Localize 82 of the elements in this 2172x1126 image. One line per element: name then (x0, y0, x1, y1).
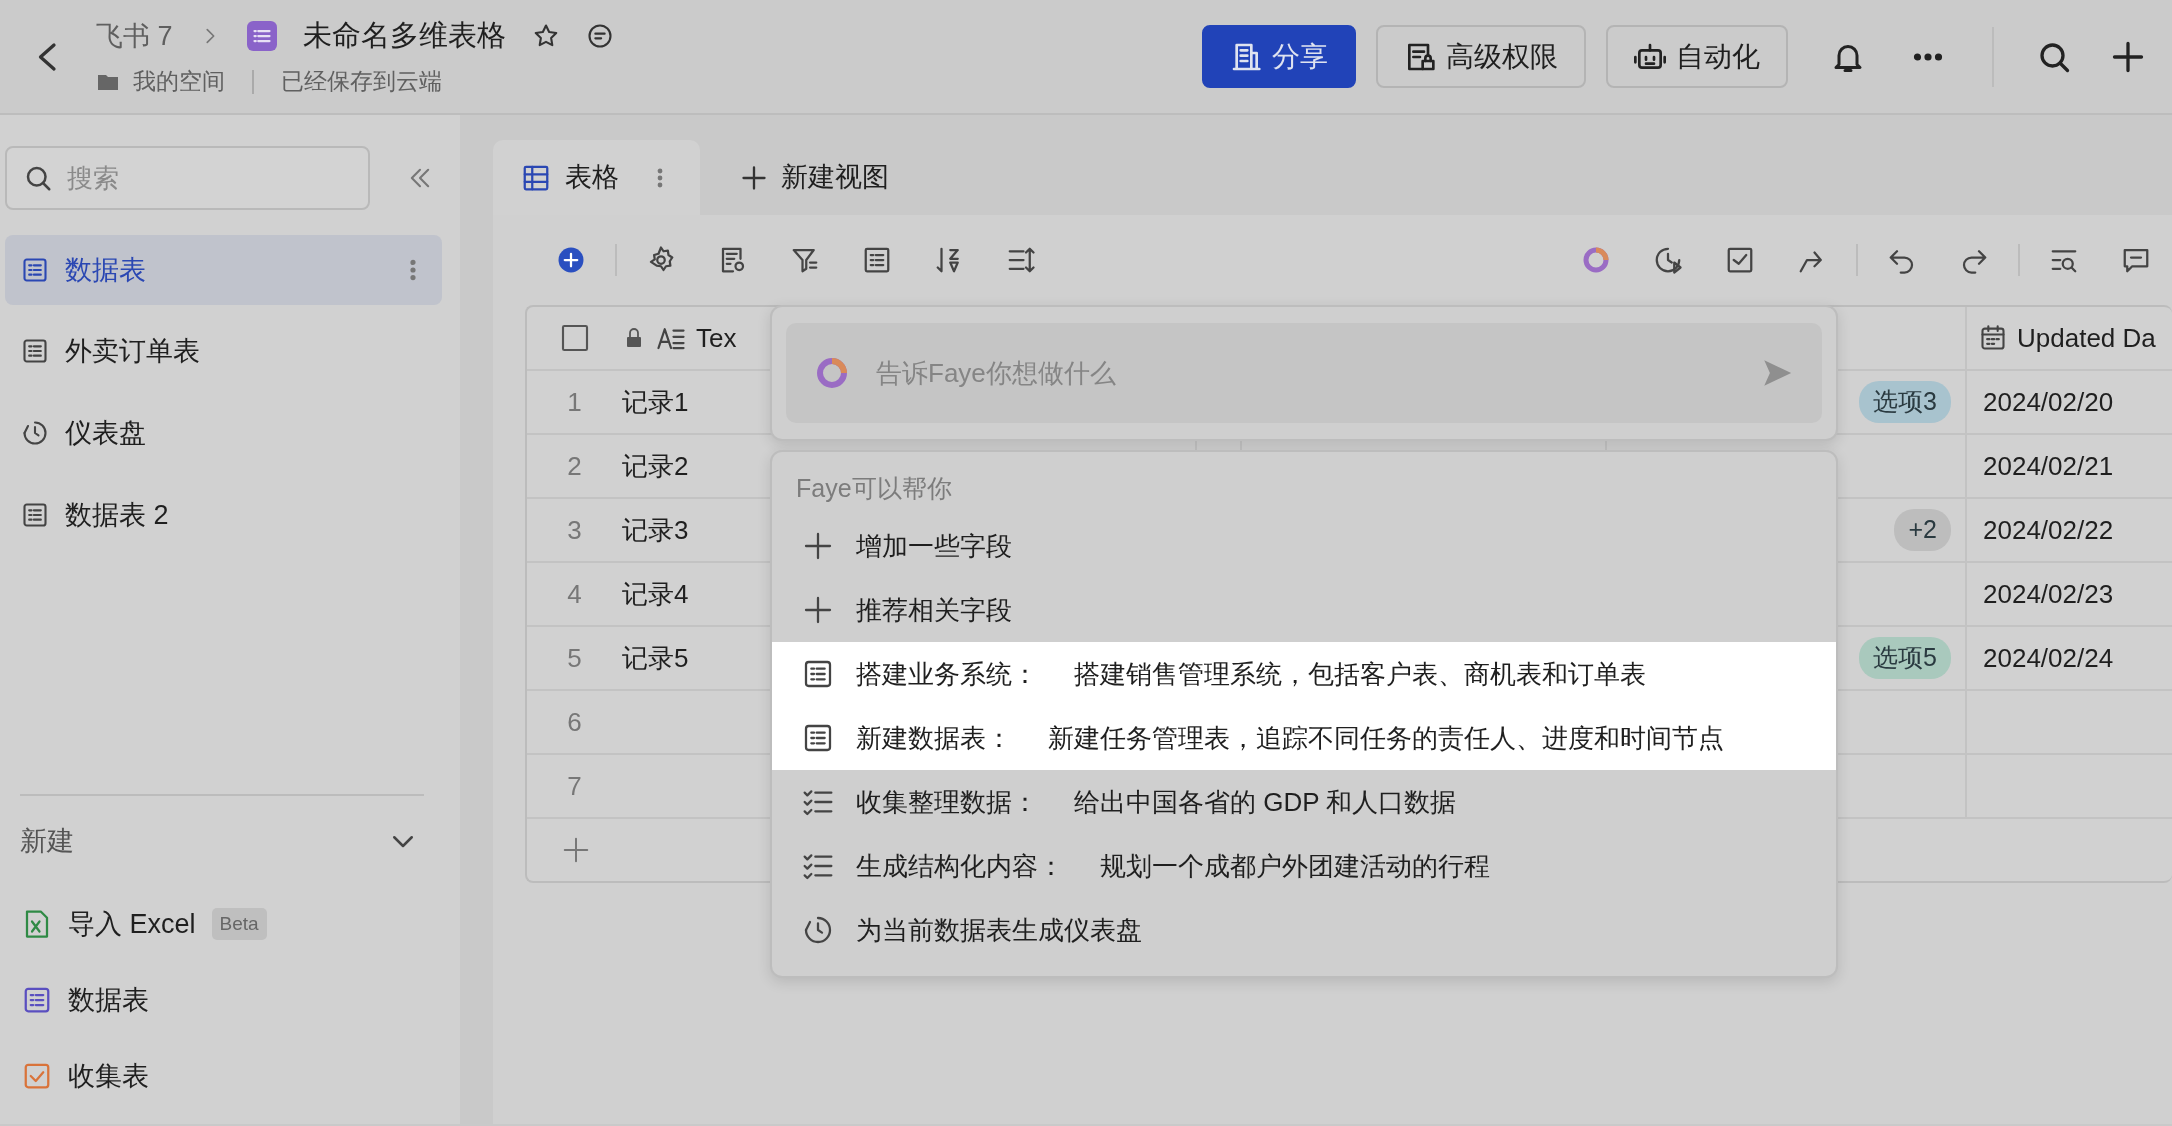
table-icon (802, 658, 834, 690)
automation-button[interactable]: 自动化 (1606, 25, 1788, 88)
table-icon (802, 722, 834, 754)
section-title: 新建 (20, 824, 74, 858)
location-link[interactable]: 我的空间 (133, 64, 225, 99)
suggestion-label: 新建数据表： (856, 721, 1012, 755)
calendar-icon (1979, 324, 2007, 352)
table-cell-text: 2024/02/22 (1983, 513, 2114, 547)
share-button[interactable]: 分享 (1202, 25, 1356, 88)
row-height-icon[interactable] (1006, 245, 1036, 275)
sidebar-item[interactable]: 数据表 (5, 235, 442, 305)
row-number: 2 (527, 435, 622, 499)
sidebar-item[interactable]: 外卖订单表 (5, 313, 442, 389)
new-item[interactable]: 数据表 (0, 962, 460, 1038)
new-view-button[interactable]: 新建视图 (740, 140, 889, 215)
tag: 选项3 (1859, 381, 1951, 423)
dashboard-icon (802, 914, 834, 946)
suggestion-label: 为当前数据表生成仪表盘 (856, 913, 1142, 947)
column-header[interactable]: Tex (696, 318, 737, 358)
suggestion-label: 推荐相关字段 (856, 593, 1012, 627)
suggestion-detail: 规划一个成都户外团建活动的行程 (1100, 849, 1490, 883)
beta-badge: Beta (211, 907, 267, 941)
table-cell-text: 记录5 (622, 641, 689, 675)
row-number: 4 (527, 563, 622, 627)
suggestion-detail: 新建任务管理表，追踪不同任务的责任人、进度和时间节点 (1048, 721, 1724, 755)
add-row-icon[interactable] (561, 835, 591, 865)
dashboard-icon (21, 419, 49, 447)
suggestion-detail: 给出中国各省的 GDP 和人口数据 (1074, 785, 1457, 819)
table-cell-text: 记录3 (622, 513, 689, 547)
table-cell-text: 2024/02/21 (1983, 449, 2114, 483)
tag: 选项5 (1859, 637, 1951, 679)
history-icon[interactable] (1653, 245, 1683, 275)
menu-title: Faye可以帮你 (796, 473, 952, 505)
table-icon (21, 337, 49, 365)
suggestion-item[interactable]: 新建数据表： 新建任务管理表，追踪不同任务的责任人、进度和时间节点 (772, 706, 1836, 770)
suggestion-item[interactable]: 收集整理数据： 给出中国各省的 GDP 和人口数据 (772, 770, 1836, 834)
list-icon[interactable] (862, 245, 892, 275)
tag: +2 (1894, 509, 1951, 551)
row-number: 6 (527, 691, 622, 755)
sidebar-item[interactable]: 仪表盘 (5, 395, 442, 471)
save-status: 已经保存到云端 (281, 67, 442, 97)
suggestion-item[interactable]: 为当前数据表生成仪表盘 (772, 898, 1836, 962)
document-title[interactable]: 未命名多维表格 (302, 14, 506, 58)
new-item[interactable]: 导入 Excel Beta (0, 886, 460, 962)
suggestion-item[interactable]: 生成结构化内容： 规划一个成都户外团建活动的行程 (772, 834, 1836, 898)
view-tab[interactable]: 表格 (493, 140, 700, 215)
plus-icon (802, 530, 834, 562)
sidebar-item[interactable]: 数据表 2 (5, 477, 442, 553)
table-icon (21, 501, 49, 529)
suggestion-item[interactable]: 搭建业务系统： 搭建销售管理系统，包括客户表、商机表和订单表 (772, 642, 1836, 706)
suggestion-label: 生成结构化内容： (856, 849, 1064, 883)
table-icon (22, 985, 52, 1015)
row-number: 5 (527, 627, 622, 691)
search-field[interactable]: 搜索 (5, 146, 370, 210)
row-number: 7 (527, 755, 622, 819)
suggestion-item[interactable]: 增加一些字段 (772, 514, 1836, 578)
ring-logo-icon[interactable] (1581, 245, 1611, 275)
form-icon (22, 1061, 52, 1091)
add-record-icon[interactable] (556, 245, 586, 275)
suggestion-label: 增加一些字段 (856, 529, 1012, 563)
plus-icon (802, 594, 834, 626)
column-header[interactable]: Updated Da (2017, 318, 2156, 358)
suggestion-label: 收集整理数据： (856, 785, 1038, 819)
table-cell-text: 2024/02/23 (1983, 577, 2114, 611)
table-cell-text: 2024/02/24 (1983, 641, 2114, 675)
checkbox-icon[interactable] (1725, 245, 1755, 275)
new-item[interactable]: 收集表 (0, 1038, 460, 1114)
plus-icon (740, 163, 768, 192)
spreadsheet-icon (246, 21, 277, 51)
suggestion-detail: 搭建销售管理系统，包括客户表、商机表和订单表 (1074, 657, 1646, 691)
table-icon (21, 256, 49, 284)
row-number: 3 (527, 499, 622, 563)
suggestion-label: 搭建业务系统： (856, 657, 1038, 691)
row-number: 1 (527, 371, 622, 435)
table-cell-text: 记录1 (622, 385, 689, 419)
breadcrumb-link[interactable]: 飞书 7 (96, 15, 173, 57)
table-cell-text: 记录2 (622, 449, 689, 483)
comment-icon[interactable] (585, 22, 614, 50)
table-cell-text: 2024/02/20 (1983, 385, 2114, 419)
suggestion-item[interactable]: 推荐相关字段 (772, 578, 1836, 642)
permissions-button[interactable]: 高级权限 (1376, 25, 1586, 88)
table-cell-text: 记录4 (622, 577, 689, 611)
